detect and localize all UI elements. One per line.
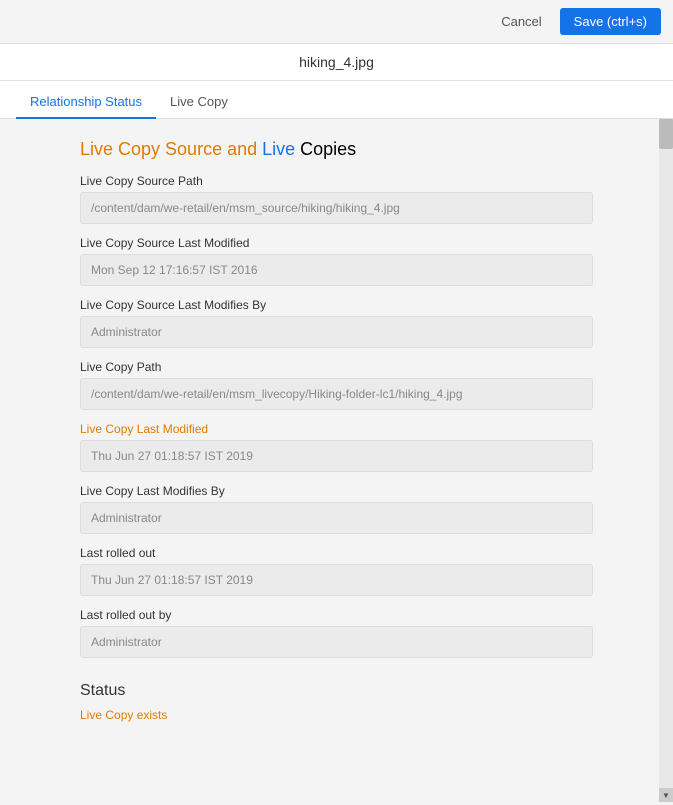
field-1: Live Copy Source Last Modified Mon Sep 1… [80,236,593,286]
field-label-4: Live Copy Last Modified [80,422,593,436]
main-content: Live Copy Source and Live Copies Live Co… [0,119,673,802]
field-label-0: Live Copy Source Path [80,174,593,188]
field-value-0: /content/dam/we-retail/en/msm_source/hik… [80,192,593,224]
field-5: Live Copy Last Modifies By Administrator [80,484,593,534]
scrollbar-thumb[interactable] [659,119,673,149]
section-title-part2: Live [262,139,295,159]
tab-bar: Relationship Status Live Copy [0,81,673,119]
section-title: Live Copy Source and Live Copies [80,139,593,160]
field-value-4: Thu Jun 27 01:18:57 IST 2019 [80,440,593,472]
field-value-1: Mon Sep 12 17:16:57 IST 2016 [80,254,593,286]
tab-relationship-status[interactable]: Relationship Status [16,86,156,119]
section-title-part3: Copies [295,139,356,159]
scrollbar-down-arrow[interactable]: ▼ [659,788,673,802]
field-label-1: Live Copy Source Last Modified [80,236,593,250]
status-title: Status [80,682,593,700]
field-0: Live Copy Source Path /content/dam/we-re… [80,174,593,224]
field-4: Live Copy Last Modified Thu Jun 27 01:18… [80,422,593,472]
field-value-6: Thu Jun 27 01:18:57 IST 2019 [80,564,593,596]
status-value: Live Copy exists [80,708,593,722]
status-section: Status Live Copy exists [80,682,593,722]
field-label-2: Live Copy Source Last Modifies By [80,298,593,312]
content-wrapper: Live Copy Source and Live Copies Live Co… [0,119,673,802]
field-6: Last rolled out Thu Jun 27 01:18:57 IST … [80,546,593,596]
header-bar: Cancel Save (ctrl+s) [0,0,673,44]
field-label-7: Last rolled out by [80,608,593,622]
save-button[interactable]: Save (ctrl+s) [560,8,661,35]
scrollbar-track: ▲ ▼ [659,119,673,802]
field-value-5: Administrator [80,502,593,534]
tab-live-copy[interactable]: Live Copy [156,86,242,119]
field-7: Last rolled out by Administrator [80,608,593,658]
field-label-5: Live Copy Last Modifies By [80,484,593,498]
field-value-3: /content/dam/we-retail/en/msm_livecopy/H… [80,378,593,410]
file-title: hiking_4.jpg [299,54,374,70]
field-value-7: Administrator [80,626,593,658]
field-label-6: Last rolled out [80,546,593,560]
field-value-2: Administrator [80,316,593,348]
cancel-button[interactable]: Cancel [489,8,553,35]
field-2: Live Copy Source Last Modifies By Admini… [80,298,593,348]
section-title-part1: Live Copy Source and [80,139,262,159]
field-label-3: Live Copy Path [80,360,593,374]
field-3: Live Copy Path /content/dam/we-retail/en… [80,360,593,410]
file-title-bar: hiking_4.jpg [0,44,673,81]
